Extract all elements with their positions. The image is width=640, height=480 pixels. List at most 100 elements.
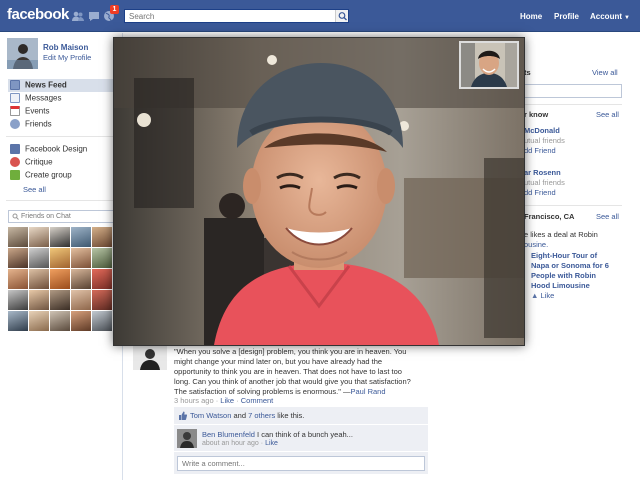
group-heart-icon xyxy=(10,157,20,167)
nav-home[interactable]: Home xyxy=(520,12,542,21)
friend-avatar[interactable] xyxy=(50,248,70,268)
quote-line-text: The satisfaction of solving problems is … xyxy=(174,387,351,396)
write-comment-input[interactable] xyxy=(177,456,425,471)
nav-profile[interactable]: Profile xyxy=(554,12,579,21)
friend-avatar[interactable] xyxy=(92,269,112,289)
self-view-thumbnail[interactable] xyxy=(459,41,519,89)
add-friend-link[interactable]: dd Friend xyxy=(524,146,556,155)
search-icon xyxy=(12,213,19,220)
people-see-all-link[interactable]: See all xyxy=(596,110,619,119)
suggestion-mutual[interactable]: utual friends xyxy=(524,178,565,187)
events-view-all-link[interactable]: View all xyxy=(592,68,618,77)
like-thumb-icon: ▲ xyxy=(531,291,539,300)
messages-jewel-icon[interactable] xyxy=(88,10,100,22)
friend-avatar[interactable] xyxy=(8,290,28,310)
profile-name[interactable]: Rob Maison xyxy=(43,43,88,52)
friend-avatar[interactable] xyxy=(8,227,28,247)
events-header: ts xyxy=(524,68,531,77)
sidebar-item-friends[interactable]: Friends xyxy=(8,118,118,131)
friend-avatar[interactable] xyxy=(29,269,49,289)
notification-badge: 1 xyxy=(110,5,119,14)
chat-search-input[interactable]: Friends on Chat xyxy=(8,210,116,223)
quote-author-link[interactable]: Paul Rand xyxy=(351,387,386,396)
likes-suffix: like this. xyxy=(275,411,305,420)
suggestion-mutual[interactable]: utual friends xyxy=(524,136,565,145)
friend-avatar[interactable] xyxy=(92,248,112,268)
sidebar-item-create-group[interactable]: Create group xyxy=(8,169,118,182)
comment-like-link[interactable]: Like xyxy=(265,440,278,447)
friend-avatar[interactable] xyxy=(29,311,49,331)
friend-avatar[interactable] xyxy=(29,290,49,310)
friend-avatar[interactable] xyxy=(92,290,112,310)
friend-avatar[interactable] xyxy=(29,248,49,268)
deal-text: e likes a deal at Robin xyxy=(524,230,598,239)
like-link[interactable]: Like xyxy=(220,396,234,405)
self-view-feed xyxy=(461,43,517,87)
chat-friends-grid xyxy=(8,227,116,331)
friend-avatar[interactable] xyxy=(29,227,49,247)
sidebar-item-facebook-design[interactable]: Facebook Design xyxy=(8,143,118,156)
friend-avatar[interactable] xyxy=(71,290,91,310)
add-friend-link[interactable]: dd Friend xyxy=(524,188,556,197)
friend-requests-icon[interactable] xyxy=(72,10,84,22)
friend-avatar[interactable] xyxy=(50,290,70,310)
deal-title-line[interactable]: Eight-Hour Tour of xyxy=(531,251,597,260)
friend-avatar[interactable] xyxy=(50,311,70,331)
friend-avatar[interactable] xyxy=(71,269,91,289)
search-input[interactable] xyxy=(125,10,330,22)
friend-avatar[interactable] xyxy=(8,248,28,268)
facebook-logo[interactable]: facebook xyxy=(7,6,69,23)
suggestion-name[interactable]: McDonald xyxy=(524,126,560,135)
deals-see-all-link[interactable]: See all xyxy=(596,212,619,221)
avatar[interactable] xyxy=(7,38,38,69)
friend-avatar[interactable] xyxy=(50,227,70,247)
quote-line: long. Can you think of another job that … xyxy=(174,377,411,386)
post-time[interactable]: 3 hours ago xyxy=(174,396,214,405)
right-input-field[interactable] xyxy=(518,84,622,98)
like-thumb-icon xyxy=(179,411,187,420)
friend-avatar[interactable] xyxy=(71,248,91,268)
friend-avatar[interactable] xyxy=(92,311,112,331)
search-icon xyxy=(338,12,347,21)
commenter-avatar[interactable] xyxy=(177,429,197,448)
others-like-link[interactable]: 7 others xyxy=(248,411,275,420)
edit-profile-link[interactable]: Edit My Profile xyxy=(43,53,91,62)
messages-icon xyxy=(10,93,20,103)
comment-text: Ben Blumenfeld I can think of a bunch ye… xyxy=(202,430,353,439)
sidebar-item-critique[interactable]: Critique xyxy=(8,156,118,169)
friends-icon xyxy=(10,119,20,129)
friend-avatar[interactable] xyxy=(71,311,91,331)
search-button[interactable] xyxy=(335,10,348,22)
deal-link[interactable]: ousine. xyxy=(524,240,548,249)
deal-title-line[interactable]: Hood Limousine xyxy=(531,281,590,290)
friend-avatar[interactable] xyxy=(92,227,112,247)
deal-title-line[interactable]: Napa or Sonoma for 6 xyxy=(531,261,609,270)
sidebar-item-messages[interactable]: Messages xyxy=(8,92,118,105)
comment-link[interactable]: Comment xyxy=(241,396,274,405)
deal-like[interactable]: ▲ Like xyxy=(531,291,554,300)
see-all-groups-link[interactable]: See all xyxy=(23,185,46,194)
create-group-icon xyxy=(10,170,20,180)
post-author-photo[interactable] xyxy=(133,344,167,370)
chat-search-placeholder: Friends on Chat xyxy=(21,213,71,220)
nav-account[interactable]: Account ▼ xyxy=(590,12,630,21)
deal-title-line[interactable]: People with Robin xyxy=(531,271,596,280)
search-box xyxy=(124,9,349,23)
friend-avatar[interactable] xyxy=(8,311,28,331)
friend-avatar[interactable] xyxy=(50,269,70,289)
friend-avatar[interactable] xyxy=(71,227,91,247)
friend-avatar[interactable] xyxy=(8,269,28,289)
suggestion-name[interactable]: ar Rosenn xyxy=(524,168,561,177)
deal-like-label: Like xyxy=(540,291,555,300)
top-bar: facebook 1 Home Profile Account▼ xyxy=(0,0,640,32)
post-quote: "When you solve a [design] problem, you … xyxy=(174,347,428,397)
divider xyxy=(518,104,622,105)
comment-time[interactable]: about an hour ago xyxy=(202,440,259,447)
liker-link[interactable]: Tom Watson xyxy=(190,411,231,420)
commenter-name-link[interactable]: Ben Blumenfeld xyxy=(202,430,255,439)
group-icon xyxy=(10,144,20,154)
sidebar-item-news-feed[interactable]: News Feed xyxy=(8,79,118,92)
quote-line: might change your mind later on, but you… xyxy=(174,357,383,366)
comment-meta: about an hour ago · Like xyxy=(202,440,278,447)
sidebar-item-events[interactable]: Events xyxy=(8,105,118,118)
